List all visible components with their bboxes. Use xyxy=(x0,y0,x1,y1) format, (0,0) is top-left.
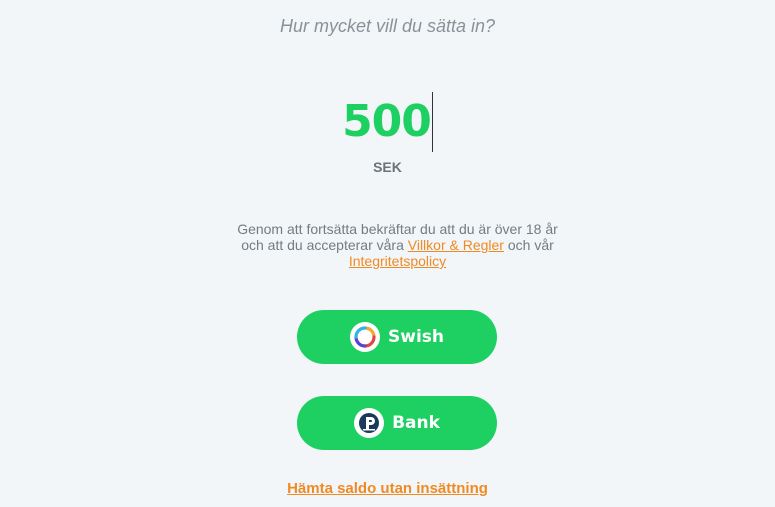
currency-label: SEK xyxy=(373,159,402,175)
bank-button-label: Bank xyxy=(392,413,440,433)
swish-button-label: Swish xyxy=(388,327,444,347)
privacy-policy-link[interactable]: Integritetspolicy xyxy=(349,253,446,269)
terms-link[interactable]: Villkor & Regler xyxy=(408,237,504,253)
terms-notice: Genom att fortsätta bekräftar du att du … xyxy=(225,221,570,269)
trustly-bank-icon xyxy=(354,408,385,438)
deposit-question: Hur mycket vill du sätta in? xyxy=(279,16,496,36)
terms-text-middle: och vår xyxy=(503,237,554,253)
swish-button[interactable]: Swish xyxy=(297,310,497,364)
text-caret xyxy=(431,92,433,152)
bank-button[interactable]: Bank xyxy=(297,396,497,450)
fetch-balance-link[interactable]: Hämta saldo utan insättning xyxy=(287,480,488,497)
swish-icon xyxy=(350,322,380,352)
fetch-balance-container: Hämta saldo utan insättning xyxy=(0,480,775,497)
amount-value[interactable]: 500 xyxy=(342,92,432,152)
amount-input[interactable]: 500 xyxy=(0,92,775,152)
